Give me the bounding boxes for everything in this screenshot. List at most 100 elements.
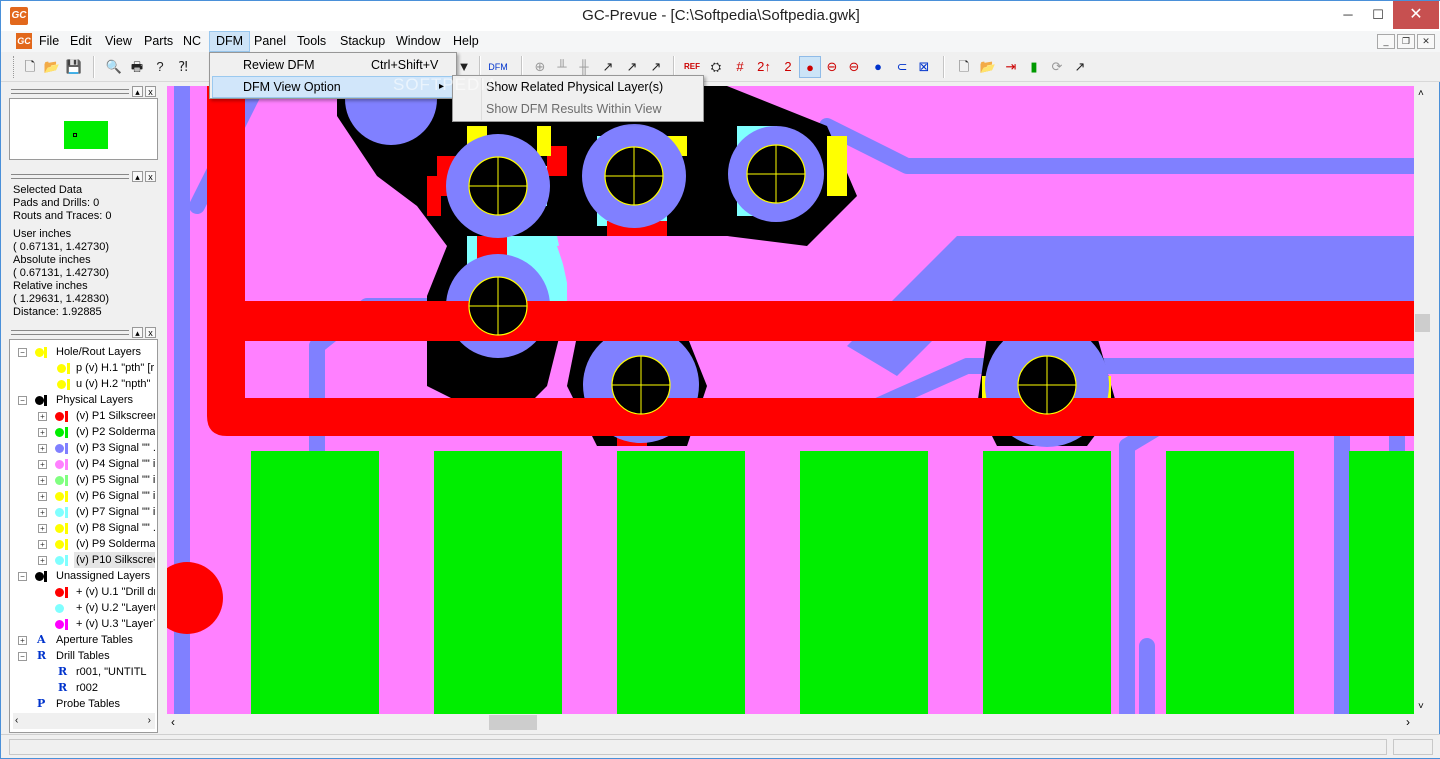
pad-outline-icon[interactable]: ⊖ <box>821 56 843 78</box>
close-button[interactable]: ✕ <box>1393 1 1439 29</box>
new-layer-icon[interactable]: 🗋 <box>953 56 975 78</box>
menu-edit[interactable]: Edit <box>64 31 98 52</box>
tree-node-r001[interactable]: R r001, "UNTITL <box>13 664 155 680</box>
tree-node-p7[interactable]: + (v) P7 Signal "" i <box>13 504 155 520</box>
expand-icon[interactable]: + <box>18 636 27 645</box>
measure-axis-icon[interactable]: ↗ <box>1069 56 1091 78</box>
open-layer-icon[interactable]: 📂 <box>977 56 999 78</box>
component-icon[interactable]: ⛭ <box>705 56 727 78</box>
overview-panel[interactable] <box>9 98 158 160</box>
tree-node-p10[interactable]: + (v) P10 Silkscree <box>13 552 155 568</box>
horizontal-scroll-thumb[interactable] <box>489 715 537 730</box>
save-icon[interactable]: 💾 <box>63 56 85 78</box>
float-panel-icon[interactable]: ▴ <box>132 171 143 182</box>
crosshatch-icon[interactable]: ⊠ <box>913 56 935 78</box>
close-panel-icon[interactable]: x <box>145 86 156 97</box>
blue-pad-icon[interactable]: ● <box>867 56 889 78</box>
net-icon[interactable]: # <box>729 56 751 78</box>
float-panel-icon[interactable]: ▴ <box>132 86 143 97</box>
close-panel-icon[interactable]: x <box>145 327 156 338</box>
menu-item-review-dfm[interactable]: Review DFM Ctrl+Shift+V <box>212 54 454 76</box>
tree-node-probe[interactable]: P Probe Tables <box>13 696 155 712</box>
pcb-canvas[interactable] <box>167 86 1414 714</box>
float-panel-icon[interactable]: ▴ <box>132 327 143 338</box>
collapse-icon[interactable]: − <box>18 396 27 405</box>
menu-stackup[interactable]: Stackup <box>334 31 391 52</box>
mdi-restore-icon[interactable]: ❐ <box>1397 34 1415 49</box>
context-help-icon[interactable]: ⁈ <box>172 56 194 78</box>
tree-node-aperture[interactable]: + A Aperture Tables <box>13 632 155 648</box>
expand-icon[interactable]: + <box>38 444 47 453</box>
pad-ring-icon[interactable]: ⊖ <box>843 56 865 78</box>
menu-tools[interactable]: Tools <box>291 31 332 52</box>
expand-icon[interactable]: + <box>38 476 47 485</box>
tree-node-u2[interactable]: + (v) U.2 "Layer6 <box>13 600 155 616</box>
sort-icon[interactable]: 2↑ <box>753 56 775 78</box>
maximize-button[interactable]: ☐ <box>1363 1 1393 29</box>
expand-icon[interactable]: + <box>38 460 47 469</box>
expand-icon[interactable]: + <box>38 428 47 437</box>
tree-node-r002[interactable]: R r002 <box>13 680 155 696</box>
menu-dfm[interactable]: DFM <box>209 31 251 52</box>
pcb-drawing[interactable] <box>167 86 1414 714</box>
menu-nc[interactable]: NC <box>177 31 207 52</box>
menu-panel[interactable]: Panel <box>248 31 292 52</box>
import-icon[interactable]: ⇥ <box>1000 56 1022 78</box>
tree-node-hole-rout[interactable]: − Hole/Rout Layers <box>13 344 155 360</box>
tree-node-h1[interactable]: p (v) H.1 "pth" [r <box>13 360 155 376</box>
clearance-icon[interactable]: ⊂ <box>891 56 913 78</box>
tree-node-u1[interactable]: + (v) U.1 "Drill dr <box>13 584 155 600</box>
canvas-horizontal-scrollbar[interactable]: ‹ › <box>167 714 1414 731</box>
document-icon[interactable]: GC <box>16 33 32 49</box>
tree-node-h2[interactable]: u (v) H.2 "npth" <box>13 376 155 392</box>
expand-icon[interactable]: + <box>38 556 47 565</box>
help-icon[interactable]: ? <box>149 56 171 78</box>
menu-file[interactable]: File <box>33 31 65 52</box>
close-panel-icon[interactable]: x <box>145 171 156 182</box>
menu-parts[interactable]: Parts <box>138 31 179 52</box>
tree-node-p5[interactable]: + (v) P5 Signal "" i <box>13 472 155 488</box>
tree-node-unassigned[interactable]: − Unassigned Layers <box>13 568 155 584</box>
expand-icon[interactable]: + <box>38 540 47 549</box>
menu-view[interactable]: View <box>99 31 138 52</box>
collapse-icon[interactable]: − <box>18 652 27 661</box>
toolbar-grip[interactable] <box>13 56 16 78</box>
scroll-up-icon[interactable]: ˄ <box>1418 88 1424 99</box>
menu-window[interactable]: Window <box>390 31 446 52</box>
scroll-down-icon[interactable]: ˅ <box>1418 701 1424 712</box>
menu-help[interactable]: Help <box>447 31 485 52</box>
tree-horizontal-scrollbar[interactable]: ‹ › <box>13 713 155 729</box>
menu-item-show-related-layers[interactable]: Show Related Physical Layer(s) <box>486 76 663 98</box>
tree-node-p6[interactable]: + (v) P6 Signal "" i <box>13 488 155 504</box>
minimize-button[interactable]: ─ <box>1333 1 1363 29</box>
tree-node-p4[interactable]: + (v) P4 Signal "" i <box>13 456 155 472</box>
tree-node-drill[interactable]: − R Drill Tables <box>13 648 155 664</box>
mdi-close-icon[interactable]: ✕ <box>1417 34 1435 49</box>
collapse-icon[interactable]: − <box>18 572 27 581</box>
scroll-left-icon[interactable]: ‹ <box>15 715 18 726</box>
board-thumbnail[interactable] <box>64 121 108 149</box>
scroll-right-icon[interactable]: › <box>1406 715 1410 729</box>
menu-item-show-results-within-view[interactable]: Show DFM Results Within View <box>486 98 662 120</box>
tree-node-u3[interactable]: + (v) U.3 "Layer7 <box>13 616 155 632</box>
scroll-right-icon[interactable]: › <box>148 715 151 726</box>
print-preview-icon[interactable]: 🔍 <box>103 56 125 78</box>
tree-node-p1[interactable]: + (v) P1 Silkscreer <box>13 408 155 424</box>
print-icon[interactable]: 🖶 <box>126 56 148 78</box>
layer-two-icon[interactable]: 2 <box>777 56 799 78</box>
vertical-scroll-thumb[interactable] <box>1415 314 1430 332</box>
scroll-left-icon[interactable]: ‹ <box>171 715 175 729</box>
collapse-icon[interactable]: − <box>18 348 27 357</box>
app-icon[interactable]: GC <box>10 7 28 25</box>
rotate-icon[interactable]: ⟳ <box>1046 56 1068 78</box>
tree-node-p8[interactable]: + (v) P8 Signal "" . <box>13 520 155 536</box>
tree-node-p3[interactable]: + (v) P3 Signal "" . <box>13 440 155 456</box>
expand-icon[interactable]: + <box>38 492 47 501</box>
tree-node-p9[interactable]: + (v) P9 Soldermas <box>13 536 155 552</box>
red-pad-icon[interactable]: ● <box>799 56 821 78</box>
board-icon[interactable]: ▮ <box>1023 56 1045 78</box>
expand-icon[interactable]: + <box>38 412 47 421</box>
canvas-vertical-scrollbar[interactable]: ˄ ˅ <box>1414 86 1431 714</box>
tree-node-p2[interactable]: + (v) P2 Soldermas <box>13 424 155 440</box>
mdi-minimize-icon[interactable]: _ <box>1377 34 1395 49</box>
